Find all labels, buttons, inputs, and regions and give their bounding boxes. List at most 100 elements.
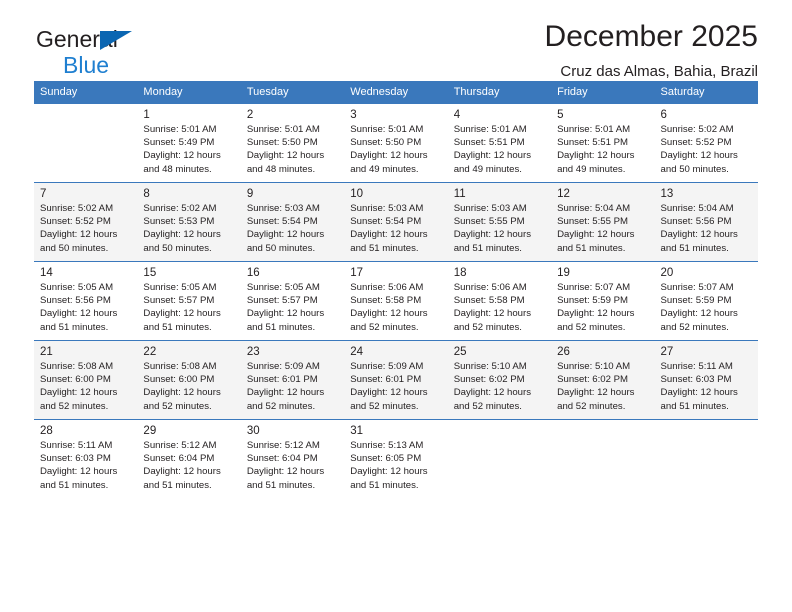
day-detail-line: and 51 minutes. xyxy=(453,242,522,254)
day-detail-line: and 51 minutes. xyxy=(350,479,419,491)
day-number: 14 xyxy=(40,267,53,279)
calendar-day-cell[interactable]: 15 Sunrise: 5:05 AM Sunset: 5:57 PM Dayligh… xyxy=(137,261,241,341)
calendar-day-cell[interactable]: 25 Sunrise: 5:10 AM Sunset: 6:02 PM Dayligh… xyxy=(447,340,552,420)
day-detail-line: and 52 minutes. xyxy=(453,321,522,333)
day-detail-line: Daylight: 12 hours xyxy=(143,229,221,241)
day-detail-line: Sunrise: 5:08 AM xyxy=(143,361,217,372)
day-details: Sunrise: 5:01 AM Sunset: 5:50 PM Daylight:… xyxy=(241,123,344,176)
calendar-day-cell[interactable]: 22 Sunrise: 5:08 AM Sunset: 6:00 PM Dayligh… xyxy=(137,340,241,420)
day-number: 2 xyxy=(246,109,254,121)
calendar-day-cell[interactable]: 1 Sunrise: 5:01 AM Sunset: 5:49 PM Daylight… xyxy=(137,103,241,183)
calendar-day-cell[interactable]: 11 Sunrise: 5:03 AM Sunset: 5:55 PM Dayligh… xyxy=(447,182,552,262)
calendar-day-cell[interactable]: 5 Sunrise: 5:01 AM Sunset: 5:51 PM Daylight… xyxy=(551,103,655,183)
day-number: 30 xyxy=(246,425,260,437)
day-detail-line: Sunrise: 5:07 AM xyxy=(557,282,631,293)
calendar-day-cell[interactable]: 20 Sunrise: 5:07 AM Sunset: 5:59 PM Dayligh… xyxy=(654,261,758,341)
calendar-day-cell[interactable]: 26 Sunrise: 5:10 AM Sunset: 6:02 PM Dayligh… xyxy=(551,340,655,420)
day-detail-line: Daylight: 12 hours xyxy=(143,387,221,399)
day-number: 24 xyxy=(350,346,364,358)
day-details: Sunrise: 5:07 AM Sunset: 5:59 PM Daylight:… xyxy=(655,281,758,334)
calendar-day-cell[interactable]: 19 Sunrise: 5:07 AM Sunset: 5:59 PM Dayligh… xyxy=(551,261,655,341)
day-details: Sunrise: 5:12 AM Sunset: 6:04 PM Daylight:… xyxy=(137,439,240,492)
day-detail-line: Sunset: 5:51 PM xyxy=(557,137,629,149)
calendar-day-cell[interactable]: 29 Sunrise: 5:12 AM Sunset: 6:04 PM Dayligh… xyxy=(137,419,241,498)
day-detail-line: Daylight: 12 hours xyxy=(246,308,325,320)
day-detail-line: Sunset: 6:05 PM xyxy=(350,453,422,465)
calendar-day-cell[interactable]: 2 Sunrise: 5:01 AM Sunset: 5:50 PM Daylight… xyxy=(240,103,345,183)
day-number: 10 xyxy=(350,188,364,200)
calendar-day-cell[interactable]: 4 Sunrise: 5:01 AM Sunset: 5:51 PM Daylight… xyxy=(447,103,552,183)
day-detail-line: Sunset: 5:57 PM xyxy=(143,295,215,307)
weekday-header-tuesday: Tuesday xyxy=(240,81,345,104)
day-detail-line: and 51 minutes. xyxy=(143,321,212,333)
calendar-day-cell[interactable]: 16 Sunrise: 5:05 AM Sunset: 5:57 PM Dayligh… xyxy=(240,261,345,341)
calendar-day-cell[interactable]: 28 Sunrise: 5:11 AM Sunset: 6:03 PM Dayligh… xyxy=(34,419,138,498)
day-detail-line: and 51 minutes. xyxy=(143,479,212,491)
day-detail-line: Daylight: 12 hours xyxy=(40,229,118,241)
logo-word-blue: Blue xyxy=(63,52,110,78)
calendar-day-cell[interactable]: 17 Sunrise: 5:06 AM Sunset: 5:58 PM Dayligh… xyxy=(344,261,448,341)
calendar-day-cell[interactable]: 9 Sunrise: 5:03 AM Sunset: 5:54 PM Daylight… xyxy=(240,182,345,262)
day-detail-line: Daylight: 12 hours xyxy=(660,150,738,162)
day-number: 17 xyxy=(350,267,364,279)
day-detail-line: Sunset: 5:56 PM xyxy=(40,295,111,307)
day-details: Sunrise: 5:03 AM Sunset: 5:55 PM Daylight:… xyxy=(448,202,551,255)
day-detail-line: and 51 minutes. xyxy=(40,321,109,333)
day-detail-line: Sunset: 6:01 PM xyxy=(246,374,318,386)
day-detail-line: Sunrise: 5:08 AM xyxy=(40,361,114,372)
day-details: Sunrise: 5:01 AM Sunset: 5:50 PM Daylight:… xyxy=(344,123,447,176)
calendar-day-cell[interactable]: 13 Sunrise: 5:04 AM Sunset: 5:56 PM Dayligh… xyxy=(654,182,758,262)
general-blue-logo[interactable]: General Blue xyxy=(36,28,256,78)
calendar-day-cell[interactable]: 3 Sunrise: 5:01 AM Sunset: 5:50 PM Daylight… xyxy=(344,103,448,183)
day-detail-line: Sunrise: 5:13 AM xyxy=(350,440,424,451)
calendar-day-cell[interactable]: 23 Sunrise: 5:09 AM Sunset: 6:01 PM Dayligh… xyxy=(240,340,345,420)
calendar-day-cell[interactable]: 6 Sunrise: 5:02 AM Sunset: 5:52 PM Daylight… xyxy=(654,103,758,183)
day-number: 26 xyxy=(557,346,570,358)
day-details: Sunrise: 5:04 AM Sunset: 5:56 PM Daylight:… xyxy=(655,202,758,255)
day-detail-line: and 51 minutes. xyxy=(246,321,316,333)
calendar-day-cell[interactable]: 21 Sunrise: 5:08 AM Sunset: 6:00 PM Dayligh… xyxy=(34,340,138,420)
day-detail-line: Sunrise: 5:02 AM xyxy=(143,203,217,214)
day-number: 7 xyxy=(40,188,47,200)
calendar-day-cell[interactable]: 7 Sunrise: 5:02 AM Sunset: 5:52 PM Daylight… xyxy=(34,182,138,262)
day-detail-line: Sunrise: 5:06 AM xyxy=(350,282,424,293)
calendar-day-cell[interactable]: 14 Sunrise: 5:05 AM Sunset: 5:56 PM Dayligh… xyxy=(34,261,138,341)
title-block: December 2025 Cruz das Almas, Bahia, Bra… xyxy=(545,20,758,80)
day-details: Sunrise: 5:02 AM Sunset: 5:52 PM Daylight:… xyxy=(655,123,758,176)
calendar-day-cell[interactable]: 30 Sunrise: 5:12 AM Sunset: 6:04 PM Dayligh… xyxy=(240,419,345,498)
day-number: 9 xyxy=(246,188,254,200)
day-detail-line: Sunrise: 5:05 AM xyxy=(246,282,320,293)
day-details: Sunrise: 5:07 AM Sunset: 5:59 PM Daylight:… xyxy=(551,281,654,334)
day-detail-line: Daylight: 12 hours xyxy=(453,308,532,320)
day-detail-line: and 51 minutes. xyxy=(350,242,419,254)
day-detail-line: Sunrise: 5:01 AM xyxy=(246,124,320,135)
calendar-day-cell[interactable]: 27 Sunrise: 5:11 AM Sunset: 6:03 PM Dayligh… xyxy=(654,340,758,420)
calendar-day-cell[interactable]: 8 Sunrise: 5:02 AM Sunset: 5:53 PM Daylight… xyxy=(137,182,241,262)
day-detail-line: and 52 minutes. xyxy=(40,400,109,412)
day-detail-line: Sunrise: 5:12 AM xyxy=(143,440,217,451)
day-details: Sunrise: 5:03 AM Sunset: 5:54 PM Daylight:… xyxy=(344,202,447,255)
weekday-header-row: Sunday Monday Tuesday Wednesday Thursday Frid… xyxy=(34,81,758,104)
day-detail-line: Sunset: 5:54 PM xyxy=(246,216,318,228)
calendar-day-cell[interactable]: 10 Sunrise: 5:03 AM Sunset: 5:54 PM Dayligh… xyxy=(344,182,448,262)
day-detail-line: Sunrise: 5:05 AM xyxy=(143,282,217,293)
day-detail-line: Sunset: 5:55 PM xyxy=(557,216,629,228)
day-detail-line: Daylight: 12 hours xyxy=(660,387,738,399)
day-detail-line: Sunset: 5:53 PM xyxy=(143,216,215,228)
weekday-header-monday: Monday xyxy=(137,81,241,104)
weekday-header-saturday: Saturday xyxy=(654,81,758,104)
day-detail-line: and 51 minutes. xyxy=(40,479,109,491)
calendar-day-cell[interactable]: 24 Sunrise: 5:09 AM Sunset: 6:01 PM Dayligh… xyxy=(344,340,448,420)
calendar-day-cell[interactable]: 12 Sunrise: 5:04 AM Sunset: 5:55 PM Dayligh… xyxy=(551,182,655,262)
calendar-day-cell[interactable]: 18 Sunrise: 5:06 AM Sunset: 5:58 PM Dayligh… xyxy=(447,261,552,341)
calendar-day-cell[interactable]: 31 Sunrise: 5:13 AM Sunset: 6:05 PM Dayligh… xyxy=(344,419,448,498)
day-detail-line: Sunset: 5:50 PM xyxy=(350,137,422,149)
day-detail-line: Sunset: 6:04 PM xyxy=(246,453,318,465)
day-detail-line: Daylight: 12 hours xyxy=(143,466,221,478)
day-number: 28 xyxy=(40,425,53,437)
day-detail-line: Sunset: 6:01 PM xyxy=(350,374,422,386)
day-detail-line: Sunset: 5:49 PM xyxy=(143,137,215,149)
day-detail-line: Sunrise: 5:01 AM xyxy=(557,124,631,135)
day-number: 20 xyxy=(660,267,674,279)
calendar-day-cell-empty xyxy=(551,419,655,498)
